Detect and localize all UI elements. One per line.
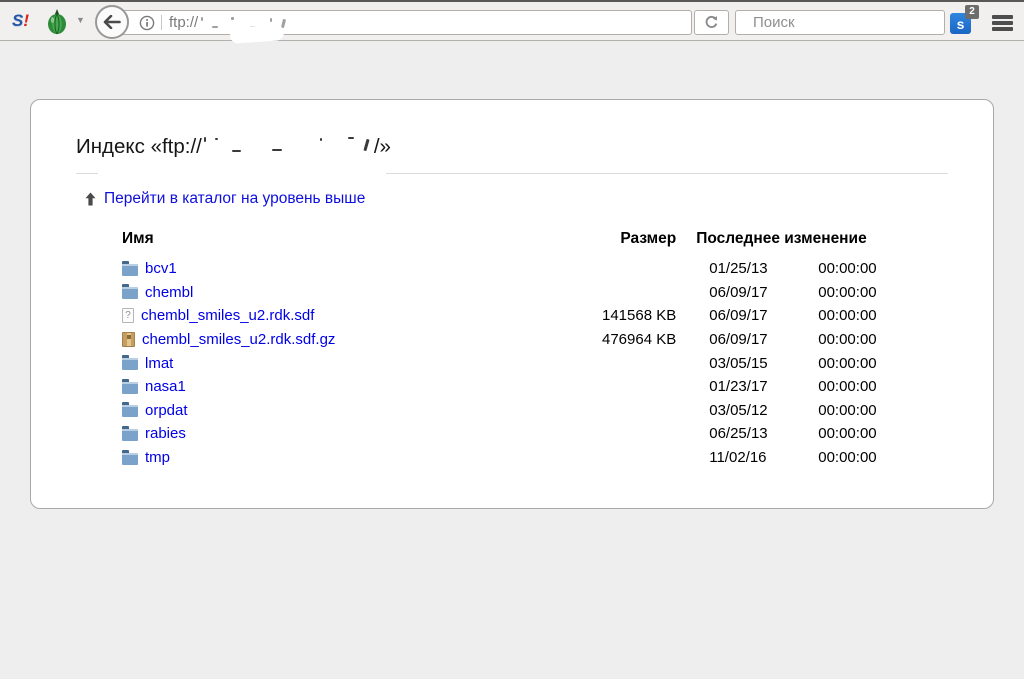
table-row: nasa1 01/23/17 00:00:00 xyxy=(122,375,918,399)
folder-icon xyxy=(122,449,138,465)
file-modified-date: 06/09/17 xyxy=(709,331,768,349)
column-header-modified[interactable]: Последнее изменение xyxy=(676,230,918,257)
table-row: lmat 03/05/15 00:00:00 xyxy=(122,351,918,375)
url-redaction-scribble-overflow xyxy=(229,24,285,44)
file-size: 476964 KB xyxy=(602,331,677,349)
folder-icon xyxy=(122,378,138,394)
s-logo-exclamation: ! xyxy=(23,11,30,30)
table-row: chembl_smiles_u2.rdk.sdf.gz 476964 KB 06… xyxy=(122,328,918,352)
browser-window: S! ▼ ftp:// Поиск s 2 Индекс «ftp:// /» … xyxy=(0,0,1024,679)
file-modified-time: 00:00:00 xyxy=(818,307,877,325)
file-table-body: bcv1 01/25/13 00:00:00 chembl 06/09/17 0… xyxy=(122,257,918,469)
s-logo-letter: S xyxy=(12,11,24,30)
menu-button[interactable] xyxy=(992,15,1013,31)
file-link[interactable]: lmat xyxy=(145,355,173,372)
file-size xyxy=(602,399,676,423)
content-area: Индекс «ftp:// /» Перейти в каталог на у… xyxy=(0,43,1024,679)
file-modified-date: 11/02/16 xyxy=(709,449,767,467)
archive-icon xyxy=(122,332,135,348)
reload-icon xyxy=(705,15,718,28)
hamburger-icon xyxy=(992,15,1013,19)
up-arrow-icon xyxy=(85,192,96,206)
column-header-name[interactable]: Имя xyxy=(122,230,602,257)
file-size xyxy=(602,281,676,305)
folder-icon xyxy=(122,355,138,371)
file-modified-date: 01/25/13 xyxy=(709,260,768,278)
search-box xyxy=(735,10,954,35)
back-arrow-icon xyxy=(103,15,121,29)
file-size xyxy=(602,446,676,470)
table-row: chembl_smiles_u2.rdk.sdf 141568 KB 06/09… xyxy=(122,304,918,328)
file-modified-date: 06/09/17 xyxy=(709,307,768,325)
file-modified-time: 00:00:00 xyxy=(818,378,877,396)
url-bar[interactable]: ftp:// xyxy=(111,10,692,35)
file-modified-time: 00:00:00 xyxy=(818,260,877,278)
file-link[interactable]: rabies xyxy=(145,425,186,442)
title-divider xyxy=(76,171,948,176)
table-row: tmp 11/02/16 00:00:00 xyxy=(122,446,918,470)
parent-dir-link-row: Перейти в каталог на уровень выше xyxy=(85,190,948,208)
file-modified-date: 01/23/17 xyxy=(709,378,768,396)
table-row: orpdat 03/05/12 00:00:00 xyxy=(122,399,918,423)
tor-onion-button[interactable] xyxy=(46,9,68,35)
file-size xyxy=(602,257,676,281)
file-table: Имя Размер Последнее изменение bcv1 01/2… xyxy=(122,230,918,469)
file-modified-time: 00:00:00 xyxy=(818,449,877,467)
file-modified-time: 00:00:00 xyxy=(818,425,877,443)
file-link[interactable]: nasa1 xyxy=(145,378,186,395)
extension-glyph: s xyxy=(956,16,965,32)
file-modified-time: 00:00:00 xyxy=(818,401,877,419)
url-text: ftp:// xyxy=(169,14,199,31)
page-title-suffix: /» xyxy=(373,135,391,158)
parent-dir-link[interactable]: Перейти в каталог на уровень выше xyxy=(104,190,365,208)
reload-button[interactable] xyxy=(694,10,729,35)
search-input[interactable] xyxy=(751,13,954,32)
s-exclamation-logo-button[interactable]: S! xyxy=(12,11,29,31)
column-header-size[interactable]: Размер xyxy=(602,230,676,257)
extension-badge: 2 xyxy=(965,5,979,19)
chevron-down-icon[interactable]: ▼ xyxy=(76,15,85,25)
file-size: 141568 KB xyxy=(602,307,677,325)
file-modified-time: 00:00:00 xyxy=(818,354,877,372)
info-icon[interactable] xyxy=(139,15,155,31)
file-link[interactable]: chembl_smiles_u2.rdk.sdf.gz xyxy=(142,331,335,348)
file-size xyxy=(602,351,676,375)
file-modified-date: 03/05/15 xyxy=(709,354,768,372)
file-link[interactable]: tmp xyxy=(145,449,170,466)
file-modified-date: 06/09/17 xyxy=(709,283,768,301)
file-unknown-icon xyxy=(122,308,134,324)
browser-toolbar: S! ▼ ftp:// Поиск s 2 xyxy=(0,0,1024,44)
table-row: chembl 06/09/17 00:00:00 xyxy=(122,281,918,305)
file-modified-date: 06/25/13 xyxy=(709,425,768,443)
title-redaction-scribble xyxy=(202,135,374,155)
table-row: rabies 06/25/13 00:00:00 xyxy=(122,422,918,446)
table-header-row: Имя Размер Последнее изменение xyxy=(122,230,918,257)
file-size xyxy=(602,375,676,399)
tor-onion-icon xyxy=(48,9,66,35)
divider-scribble-gap xyxy=(98,171,386,176)
page-title-prefix: Индекс «ftp:// xyxy=(76,135,202,158)
folder-icon xyxy=(122,402,138,418)
folder-icon xyxy=(122,284,138,300)
file-link[interactable]: chembl_smiles_u2.rdk.sdf xyxy=(141,307,314,324)
folder-icon xyxy=(122,425,138,441)
back-button[interactable] xyxy=(95,5,129,39)
file-size xyxy=(602,422,676,446)
file-link[interactable]: orpdat xyxy=(145,402,188,419)
page-title: Индекс «ftp:// /» xyxy=(76,134,948,160)
extension-button[interactable]: s 2 xyxy=(950,5,979,34)
directory-listing-card: Индекс «ftp:// /» Перейти в каталог на у… xyxy=(30,99,994,509)
file-link[interactable]: bcv1 xyxy=(145,260,177,277)
file-modified-time: 00:00:00 xyxy=(818,283,877,301)
file-link[interactable]: chembl xyxy=(145,284,193,301)
file-modified-time: 00:00:00 xyxy=(818,331,877,349)
urlbar-separator xyxy=(161,15,162,30)
file-modified-date: 03/05/12 xyxy=(709,401,768,419)
table-row: bcv1 01/25/13 00:00:00 xyxy=(122,257,918,281)
folder-icon xyxy=(122,260,138,276)
